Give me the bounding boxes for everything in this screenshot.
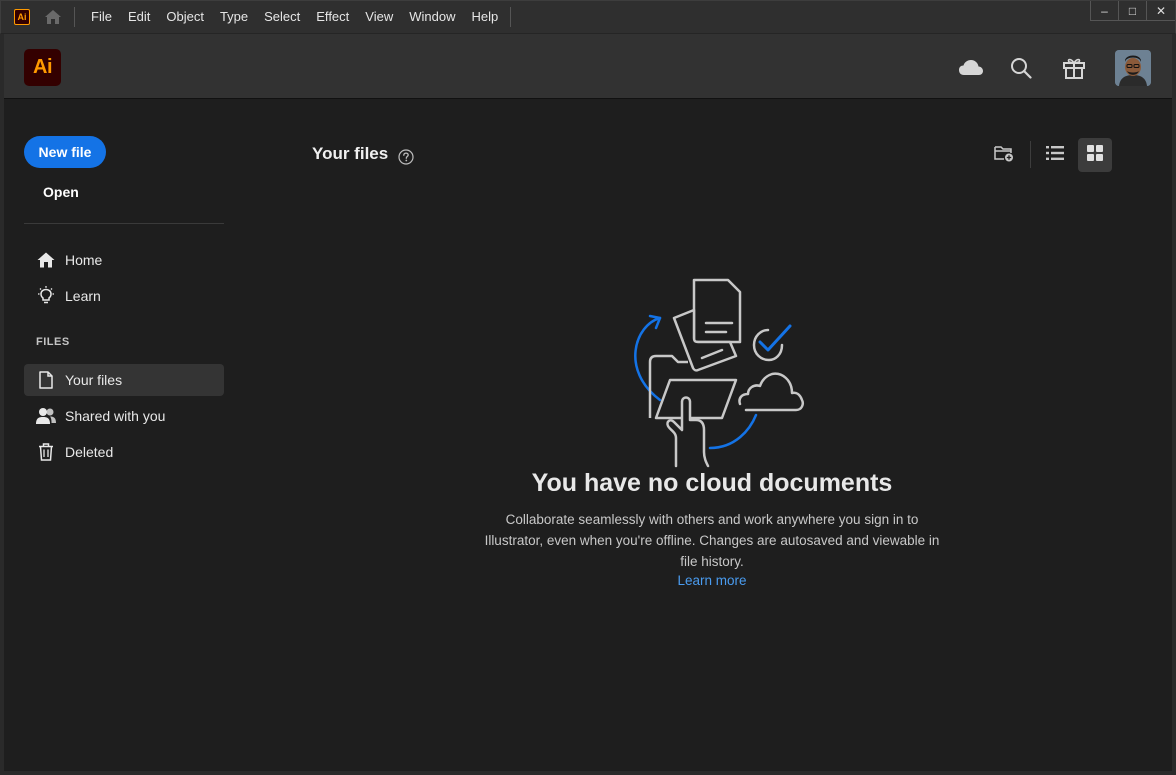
sidebar-item-label: Home — [65, 252, 103, 268]
people-icon — [36, 406, 56, 426]
trash-icon — [36, 442, 56, 462]
menu-select[interactable]: Select — [256, 0, 308, 34]
sidebar-item-label: Your files — [65, 372, 123, 388]
open-button[interactable]: Open — [43, 184, 79, 200]
maximize-button[interactable]: □ — [1119, 1, 1147, 21]
help-icon[interactable] — [398, 149, 414, 165]
menu-separator — [74, 7, 75, 27]
cloud-icon[interactable] — [957, 54, 985, 82]
home-icon[interactable] — [42, 6, 64, 28]
gift-icon[interactable] — [1060, 54, 1088, 82]
menu-object[interactable]: Object — [158, 0, 212, 34]
lightbulb-icon — [36, 286, 56, 306]
menu-edit[interactable]: Edit — [120, 0, 158, 34]
grid-view-icon — [1087, 144, 1103, 166]
window-controls: – □ ✕ — [1090, 1, 1175, 21]
sidebar-item-home[interactable]: Home — [24, 244, 224, 276]
app-icon[interactable]: Ai — [14, 9, 30, 25]
sidebar: New file Open Home Learn FILES Your file… — [4, 100, 230, 772]
sidebar-item-learn[interactable]: Learn — [24, 280, 224, 312]
sidebar-item-label: Shared with you — [65, 408, 166, 424]
new-folder-icon — [994, 144, 1014, 167]
avatar[interactable] — [1115, 50, 1151, 86]
sidebar-divider — [24, 223, 224, 224]
home-icon — [36, 250, 56, 270]
menu-items: File Edit Object Type Select Effect View… — [85, 0, 506, 34]
files-section-heading: FILES — [36, 336, 70, 348]
sidebar-item-label: Learn — [65, 288, 101, 304]
menu-window[interactable]: Window — [401, 0, 463, 34]
sidebar-item-deleted[interactable]: Deleted — [24, 436, 224, 468]
app-header: Ai — [4, 34, 1172, 99]
empty-state-description: Collaborate seamlessly with others and w… — [484, 512, 940, 569]
menu-separator — [510, 7, 512, 27]
menu-help[interactable]: Help — [463, 0, 506, 34]
app-logo: Ai — [24, 49, 61, 86]
list-view-button[interactable] — [1038, 138, 1072, 172]
menu-file[interactable]: File — [85, 0, 120, 34]
page-title: Your files — [312, 144, 389, 163]
close-button[interactable]: ✕ — [1147, 1, 1175, 21]
menu-effect[interactable]: Effect — [308, 0, 357, 34]
empty-state-illustration — [610, 270, 810, 470]
file-icon — [36, 370, 56, 390]
sidebar-item-label: Deleted — [65, 444, 114, 460]
menu-type[interactable]: Type — [212, 0, 256, 34]
list-view-icon — [1046, 145, 1064, 166]
new-file-button[interactable]: New file — [24, 136, 106, 168]
window-frame-right — [1172, 34, 1176, 775]
menu-bar: Ai File Edit Object Type Select Effect V… — [0, 0, 1176, 34]
sidebar-item-shared[interactable]: Shared with you — [24, 400, 224, 432]
search-icon[interactable] — [1007, 54, 1035, 82]
grid-view-button[interactable] — [1078, 138, 1112, 172]
menu-view[interactable]: View — [357, 0, 401, 34]
new-folder-button[interactable] — [987, 138, 1021, 172]
sidebar-item-your-files[interactable]: Your files — [24, 364, 224, 396]
minimize-button[interactable]: – — [1091, 1, 1119, 21]
learn-more-link[interactable]: Learn more — [612, 573, 812, 588]
toolbar-separator — [1030, 141, 1031, 168]
empty-state-title: You have no cloud documents — [531, 469, 893, 497]
